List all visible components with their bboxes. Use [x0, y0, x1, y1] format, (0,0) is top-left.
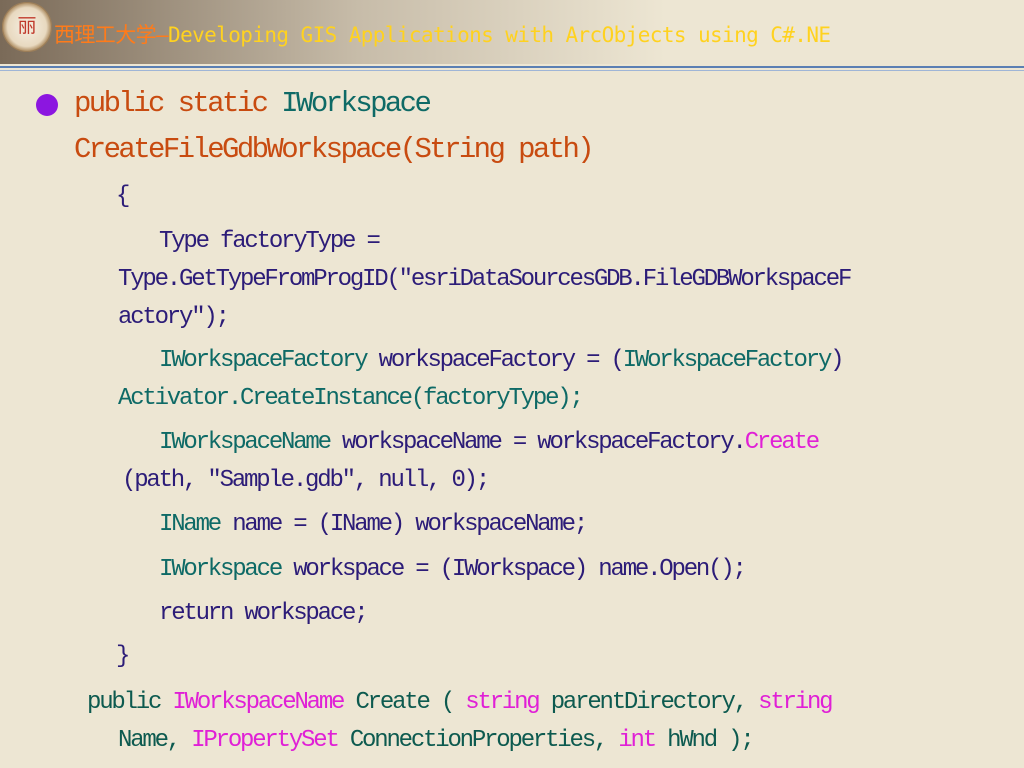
create-signature-line2: Name, IPropertySet ConnectionProperties,…	[118, 726, 755, 756]
code-line-activator: Activator.CreateInstance(factoryType);	[118, 385, 584, 412]
type-iworkspace: IWorkspace	[159, 556, 283, 583]
code-text: workspaceName = workspaceFactory.	[329, 429, 747, 456]
code-line-iname: IName name = (IName) workspaceName;	[159, 510, 588, 540]
code-text: name = (IName) workspaceName;	[220, 511, 588, 538]
method-signature-line1: public static IWorkspace	[74, 86, 432, 122]
close-brace: }	[116, 643, 130, 670]
title-chinese: 西理工大学	[54, 23, 157, 47]
bullet-icon	[36, 94, 58, 116]
param-parentdirectory: parentDirectory,	[538, 689, 759, 716]
code-line-get-type-cont: actory");	[118, 304, 230, 331]
code-text: workspaceFactory = (	[366, 347, 625, 374]
kw-public: public	[87, 689, 173, 716]
slide-title: 西理工大学–Developing GIS Applications with A…	[54, 22, 831, 48]
code-text: )	[830, 347, 844, 374]
code-line-iworkspace: IWorkspace workspace = (IWorkspace) name…	[159, 555, 747, 585]
code-line-create-args: (path, "Sample.gdb", null, 0);	[122, 467, 490, 494]
open-brace: {	[116, 183, 130, 210]
method-signature-line2: CreateFileGdbWorkspace(String path)	[74, 133, 595, 166]
cast-type: IWorkspaceFactory	[622, 347, 833, 374]
type-iworkspacename: IWorkspaceName	[159, 429, 332, 456]
type-iname: IName	[159, 511, 222, 538]
create-signature-line1: public IWorkspaceName Create ( string pa…	[87, 688, 834, 718]
type-ipropertyset: IPropertySet	[191, 727, 340, 754]
param-connectionproperties: ConnectionProperties,	[337, 727, 619, 754]
signature-return-type: IWorkspace	[281, 87, 432, 120]
code-line-return: return workspace;	[159, 600, 369, 627]
title-separator: –	[156, 23, 169, 47]
code-line-workspace-name: IWorkspaceName workspaceName = workspace…	[159, 428, 820, 458]
slide-header: 丽 西理工大学–Developing GIS Applications with…	[0, 0, 1024, 64]
seal-glyph: 丽	[17, 15, 37, 37]
code-text: workspace = (IWorkspace) name.Open();	[281, 556, 747, 583]
university-seal-icon: 丽	[2, 2, 52, 52]
code-line-factory-type: Type factoryType =	[159, 228, 381, 255]
title-english: Developing GIS Applications with ArcObje…	[168, 23, 831, 47]
type-iworkspacename: IWorkspaceName	[172, 689, 345, 716]
type-iworkspacefactory: IWorkspaceFactory	[159, 347, 369, 374]
kw-string: string	[758, 689, 833, 716]
signature-keywords: public static	[74, 87, 282, 120]
header-divider	[0, 66, 1024, 68]
header-divider-thin	[0, 70, 1024, 71]
param-name: Name,	[118, 727, 192, 754]
method-create: Create (	[343, 689, 466, 716]
kw-string: string	[465, 689, 540, 716]
code-line-get-type: Type.GetTypeFromProgID("esriDataSourcesG…	[118, 266, 852, 293]
method-create: Create	[744, 429, 820, 456]
kw-int: int	[618, 727, 657, 754]
param-hwnd: hWnd );	[654, 727, 755, 754]
code-line-workspace-factory: IWorkspaceFactory workspaceFactory = (IW…	[159, 346, 845, 376]
